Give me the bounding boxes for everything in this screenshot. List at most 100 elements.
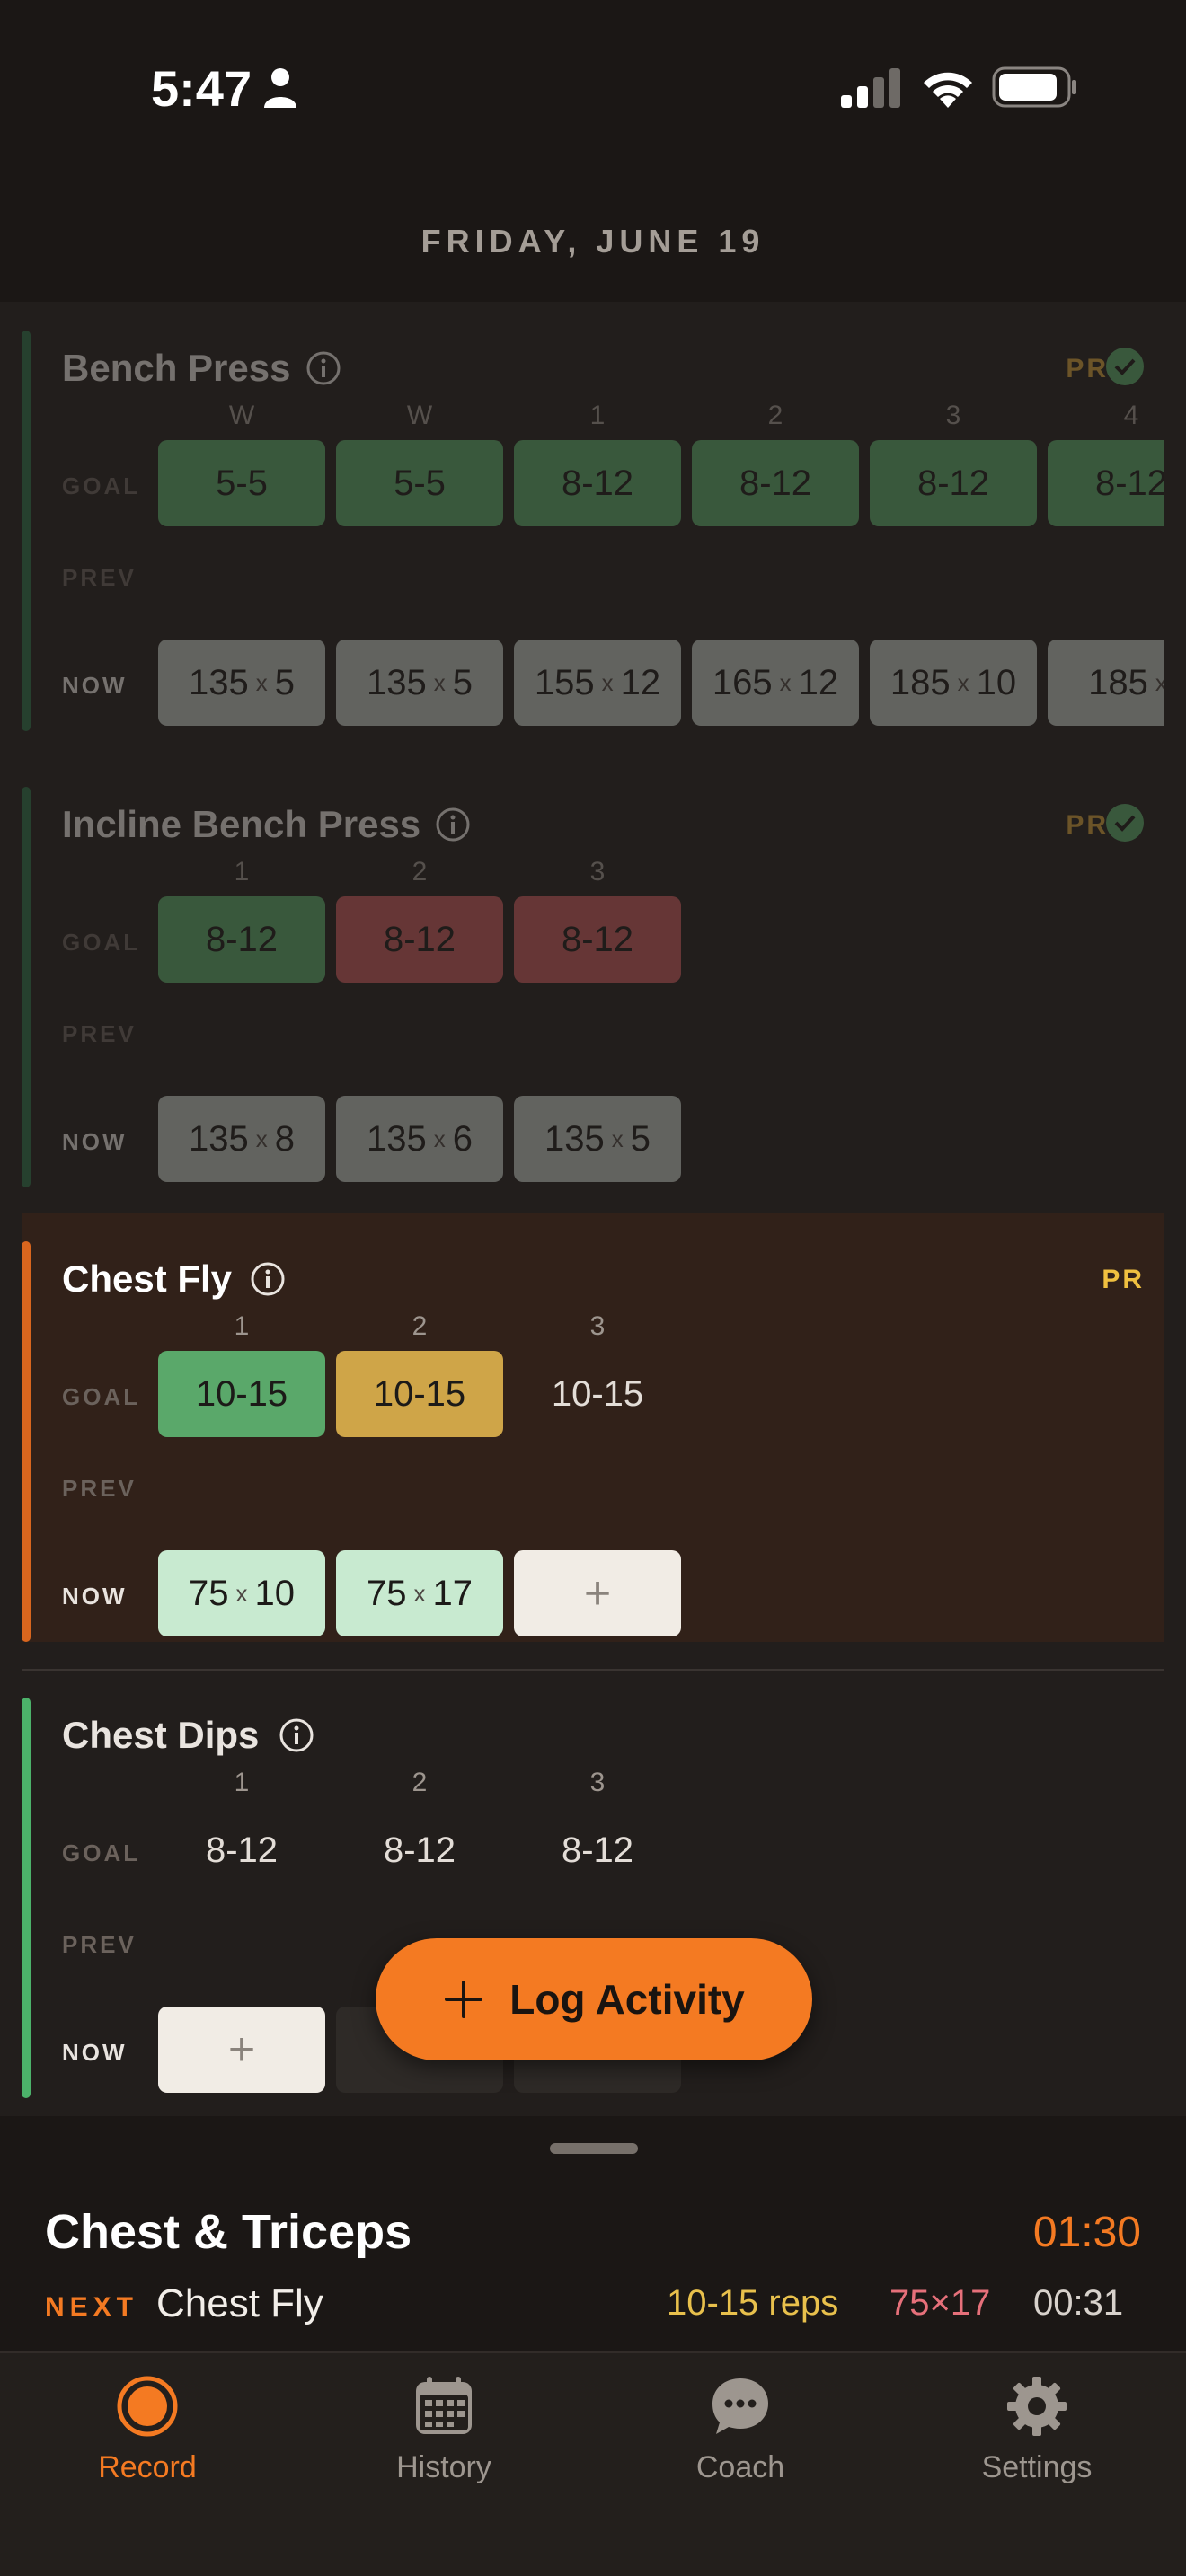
times-sign: x	[779, 668, 792, 696]
set-header: 2	[412, 857, 428, 887]
logged-set-cell[interactable]: 165 x 12	[692, 640, 859, 726]
battery-icon	[992, 66, 1076, 108]
goal-row-label: GOAL	[62, 472, 141, 499]
logged-set-cell[interactable]: 155 x 12	[514, 640, 681, 726]
set-weight: 75	[367, 1573, 407, 1613]
set-header: 1	[234, 1311, 250, 1341]
log-activity-button[interactable]: Log Activity	[376, 1938, 812, 2060]
logged-set-cell[interactable]: 135 x 5	[158, 640, 325, 726]
exercise-list[interactable]: Bench Press PR W W 1 2 3 4 GOAL 5-5 5-5 …	[0, 302, 1186, 2116]
set-reps: 17	[432, 1573, 474, 1613]
exercise-status-bar	[22, 787, 31, 1187]
status-bar: 5:47	[0, 0, 1186, 171]
tab-label: Record	[98, 2450, 197, 2484]
goal-cell: 5-5	[158, 440, 325, 526]
goal-cell: 8-12	[514, 440, 681, 526]
plus-icon	[445, 1981, 483, 2018]
logged-set-cell[interactable]: 185 x	[1048, 640, 1164, 726]
prev-row-label: PREV	[62, 1931, 137, 1958]
logged-set-cell[interactable]: 75 x 10	[158, 1550, 325, 1636]
set-weight: 185	[890, 662, 951, 702]
set-weight: 185	[1088, 662, 1148, 702]
logged-set-cell[interactable]: 135 x 5	[514, 1096, 681, 1182]
tab-label: Coach	[695, 2450, 785, 2484]
goal-cell: 8-12	[1048, 440, 1164, 526]
goal-cell: 5-5	[336, 440, 503, 526]
tab-record[interactable]: Record	[40, 2375, 255, 2485]
set-weight: 135	[189, 662, 249, 702]
prev-row-label: PREV	[62, 1475, 137, 1502]
wifi-icon	[924, 72, 972, 108]
check-circle-icon	[1106, 348, 1144, 385]
rest-timer[interactable]: 01:30	[1033, 2208, 1141, 2257]
exercise-title[interactable]: Bench Press	[62, 347, 290, 390]
goal-cell: 10-15	[158, 1351, 325, 1437]
times-sign: x	[433, 1125, 446, 1152]
times-sign: x	[255, 1125, 268, 1152]
goal-row-label: GOAL	[62, 1839, 141, 1866]
info-icon[interactable]	[279, 1717, 314, 1753]
set-header: 3	[589, 857, 606, 887]
set-header: 3	[589, 1768, 606, 1797]
times-sign: x	[235, 1579, 248, 1607]
log-activity-label: Log Activity	[509, 1976, 745, 2023]
prev-row-label: PREV	[62, 1020, 137, 1047]
set-header: W	[228, 401, 255, 430]
set-weight: 155	[534, 662, 595, 702]
now-row-label: NOW	[62, 1583, 128, 1610]
goal-cell: 8-12	[383, 1830, 456, 1870]
tab-history[interactable]: History	[336, 2375, 552, 2485]
tab-label: Settings	[981, 2450, 1093, 2484]
set-header: 3	[589, 1311, 606, 1341]
calendar-icon	[416, 2377, 472, 2434]
tab-coach[interactable]: Coach	[633, 2375, 848, 2485]
set-reps: 10	[254, 1573, 296, 1613]
exercise-title[interactable]: Chest Fly	[62, 1257, 232, 1301]
set-reps: 8	[274, 1118, 295, 1159]
times-sign: x	[611, 1125, 624, 1152]
exercise-card-chest-fly[interactable]: Chest Fly PR 1 2 3 GOAL 10-15 10-15 10-1…	[22, 1213, 1164, 1642]
goal-row-label: GOAL	[62, 929, 141, 956]
date-header: FRIDAY, JUNE 19	[420, 223, 766, 260]
tab-settings[interactable]: Settings	[929, 2375, 1145, 2485]
logged-set-cell[interactable]: 135 x 5	[336, 640, 503, 726]
set-reps: 12	[620, 662, 661, 702]
exercise-status-bar	[22, 1241, 31, 1642]
set-reps: 5	[452, 662, 473, 702]
next-rest-time: 00:31	[1033, 2283, 1124, 2323]
logged-set-cell[interactable]: 185 x 10	[870, 640, 1037, 726]
now-row-label: NOW	[62, 2039, 128, 2066]
exercise-card-incline-bench-press[interactable]: Incline Bench Press PR 1 2 3 GOAL 8-12 8…	[22, 758, 1164, 1187]
times-sign: x	[957, 668, 969, 696]
logged-set-cell[interactable]: 75 x 17	[336, 1550, 503, 1636]
chat-bubble-icon	[712, 2378, 768, 2434]
add-set-button[interactable]: +	[158, 2007, 325, 2093]
pr-badge: PR	[1066, 810, 1109, 840]
exercise-title[interactable]: Chest Dips	[62, 1714, 259, 1757]
info-icon[interactable]	[305, 350, 341, 386]
cellular-signal-icon	[841, 68, 900, 108]
goal-cell: 10-15	[551, 1373, 644, 1414]
logged-set-cell[interactable]: 135 x 6	[336, 1096, 503, 1182]
times-sign: x	[1155, 668, 1164, 696]
set-reps: 12	[798, 662, 839, 702]
exercise-card-bench-press[interactable]: Bench Press PR W W 1 2 3 4 GOAL 5-5 5-5 …	[22, 302, 1164, 731]
now-row-label: NOW	[62, 1128, 128, 1155]
logged-set-cell[interactable]: 135 x 8	[158, 1096, 325, 1182]
exercise-title[interactable]: Incline Bench Press	[62, 803, 420, 846]
gear-icon	[1007, 2377, 1067, 2436]
times-sign: x	[413, 1579, 426, 1607]
person-icon	[264, 68, 296, 108]
sheet-grabber[interactable]	[550, 2143, 638, 2154]
set-header: 1	[234, 857, 250, 887]
check-circle-icon	[1106, 804, 1144, 842]
info-icon[interactable]	[250, 1261, 286, 1297]
set-weight: 135	[367, 1118, 427, 1159]
add-set-button[interactable]: +	[514, 1550, 681, 1636]
prev-row-label: PREV	[62, 564, 137, 591]
info-icon[interactable]	[435, 807, 471, 842]
record-icon	[117, 2376, 178, 2437]
set-header: 2	[767, 401, 783, 430]
workout-summary-panel[interactable]: Chest & Triceps 01:30 NEXT Chest Fly 10-…	[0, 2116, 1186, 2351]
set-weight: 135	[367, 662, 427, 702]
